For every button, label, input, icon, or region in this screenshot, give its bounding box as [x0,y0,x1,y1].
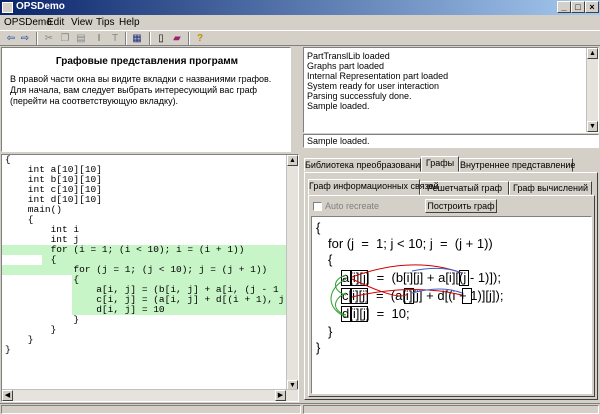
arc-blue-1 [411,267,463,274]
back-arrow-icon[interactable]: ⇦ [4,32,18,45]
scroll-up-icon[interactable]: ▲ [287,155,298,166]
close-button[interactable]: × [585,1,599,13]
maximize-button[interactable]: □ [571,1,585,13]
build-graph-button[interactable]: Построить граф [425,199,497,213]
forward-arrow-icon[interactable]: ⇨ [18,32,32,45]
graphs-area: Библиотека преобразований Графы Внутренн… [302,156,600,402]
title-bar: OPSDemo _ □ × [0,0,600,15]
dependency-arcs [330,264,463,318]
document-icon[interactable]: ▯ [154,32,168,45]
toolbar-separator [188,32,190,45]
tab-internal-representation[interactable]: Внутреннее представление [459,158,575,172]
arc-red-1 [351,264,463,278]
code-panel[interactable]: { int a[10][10] int b[10][10] int c[10][… [1,154,299,402]
scroll-up-icon[interactable]: ▲ [587,48,598,59]
toolbar-separator [149,32,151,45]
arc-red-2 [351,278,409,297]
menu-help[interactable]: Help [119,17,140,28]
copy-icon[interactable]: ❐ [58,32,72,45]
toolbar: ⇦ ⇨ ✂ ❐ ▤ I T ▦ ▯ ▰ ? [0,30,600,46]
menu-view[interactable]: View [71,17,93,28]
scroll-left-icon[interactable]: ◀ [2,390,13,401]
log-panel: PartTranslLib loaded Graphs part loaded … [303,47,599,133]
code-scrollbar-v[interactable]: ▲ ▼ [286,155,298,391]
scroll-right-icon[interactable]: ▶ [275,390,286,401]
minimize-button[interactable]: _ [557,1,571,13]
toolbar-separator [125,32,127,45]
log-line: PartTranslLib loaded [307,51,390,61]
graphs-tab-page: Граф информационных связей Решетчатый гр… [304,172,598,400]
log-status: Sample loaded. [307,136,370,146]
menu-tips[interactable]: Tips [96,17,115,28]
log-status-field: Sample loaded. [303,134,599,148]
graph-canvas[interactable]: { for (j = 1; j < 10; j = (j + 1)) { a[i… [311,216,592,394]
app-icon [2,2,13,13]
auto-recreate-checkbox[interactable] [313,202,322,211]
status-bar [0,403,600,414]
scroll-down-icon[interactable]: ▼ [587,121,598,132]
splitter[interactable] [291,47,301,152]
menu-opsdemo[interactable]: OPSDemo [4,17,52,28]
book-icon[interactable]: ▰ [170,32,184,45]
code-scrollbar-h[interactable]: ◀ ▶ [2,389,298,401]
tab-computation-graph[interactable]: Граф вычислений [509,181,592,195]
log-scrollbar[interactable]: ▲ ▼ [586,48,598,132]
toolbar-separator [36,32,38,45]
tab-graphs[interactable]: Графы [421,156,459,172]
log-line: Internal Representation part loaded [307,71,449,81]
info-graph-page: Auto recreate Построить граф { for (j = … [308,195,595,397]
graph-tabs: Граф информационных связей Решетчатый гр… [308,179,596,195]
cut-icon[interactable]: ✂ [42,32,56,45]
menu-edit[interactable]: Edit [47,17,64,28]
paste-icon[interactable]: ▤ [74,32,88,45]
description-text: В правой части окна вы видите вкладки с … [10,74,272,106]
code-line: } [5,344,11,355]
arc-red-3 [351,288,463,298]
help-icon[interactable]: ? [193,32,207,45]
log-line: Graphs part loaded [307,61,385,71]
text-icon[interactable]: T [108,32,122,45]
cursor-icon[interactable]: I [92,32,106,45]
description-title: Графовые представления программ [55,56,239,67]
status-cell [303,405,599,414]
log-line: Sample loaded. [307,101,370,111]
log-line: Parsing successfuly done. [307,91,412,101]
calendar-icon[interactable]: ▦ [130,32,144,45]
description-panel: Графовые представления программ В правой… [1,47,291,152]
tab-info-graph[interactable]: Граф информационных связей [308,179,439,195]
main-tabs: Библиотека преобразований Графы Внутренн… [304,156,598,172]
auto-recreate-label: Auto recreate [325,201,380,211]
menu-bar: OPSDemo Edit View Tips Help [0,15,600,30]
log-line: System ready for user interaction [307,81,440,91]
tab-transform-library[interactable]: Библиотека преобразований [304,158,425,172]
window-title: OPSDemo [16,1,65,12]
status-cell [1,405,301,414]
